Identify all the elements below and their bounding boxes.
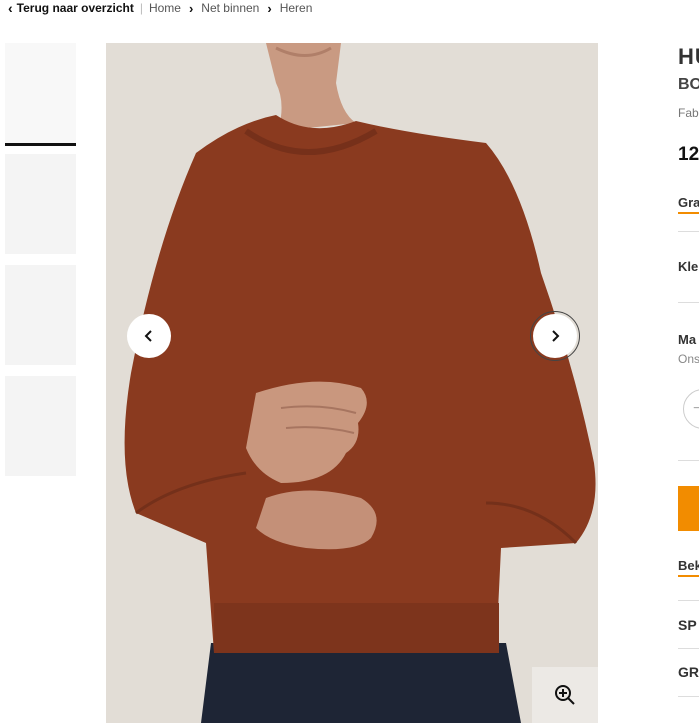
thumbnail-3[interactable] xyxy=(5,265,76,365)
chevron-left-icon: ‹ xyxy=(8,0,13,16)
product-brand[interactable]: HU xyxy=(678,44,699,70)
thumbnail-4[interactable] xyxy=(5,376,76,476)
divider xyxy=(678,302,699,303)
previous-image-button[interactable] xyxy=(127,314,171,358)
breadcrumb-net-binnen[interactable]: Net binnen xyxy=(201,1,259,15)
thumbnail-1[interactable] xyxy=(5,43,76,146)
accordion-section-1[interactable]: SP xyxy=(678,617,697,633)
chevron-right-icon xyxy=(552,330,560,342)
product-name: BO xyxy=(678,76,699,93)
product-image[interactable] xyxy=(106,43,598,723)
breadcrumb-home[interactable]: Home xyxy=(149,1,181,15)
next-image-button[interactable] xyxy=(530,311,580,361)
product-price: 12 xyxy=(678,144,699,165)
add-to-cart-button[interactable] xyxy=(678,486,699,531)
divider xyxy=(678,648,699,649)
thumbnail-2[interactable] xyxy=(5,154,76,254)
divider xyxy=(678,696,699,697)
chevron-left-icon xyxy=(144,330,152,342)
breadcrumb-divider: | xyxy=(139,1,143,15)
zoom-in-icon xyxy=(555,685,575,705)
accordion-section-2[interactable]: GR xyxy=(678,664,699,680)
chevron-right-icon: › xyxy=(188,0,194,16)
breadcrumb-heren[interactable]: Heren xyxy=(280,1,313,15)
size-label: Ma xyxy=(678,332,697,347)
quantity-decrease-button[interactable]: − xyxy=(683,389,699,429)
breadcrumb: ‹ Terug naar overzicht | Home › Net binn… xyxy=(8,0,312,16)
divider xyxy=(678,460,699,461)
tab-link[interactable]: Gra xyxy=(678,195,699,214)
chevron-right-icon: › xyxy=(267,0,272,16)
divider xyxy=(678,600,699,601)
minus-icon: − xyxy=(693,400,699,417)
size-note: Ons xyxy=(678,352,699,366)
back-label: Terug naar overzicht xyxy=(16,1,134,15)
zoom-button[interactable] xyxy=(532,667,598,723)
product-photo xyxy=(106,43,598,723)
info-tab[interactable]: Bek xyxy=(678,558,699,577)
color-label: Kle xyxy=(678,259,699,274)
product-info-panel: HU BO Fab 12 Gra Kle Ma Ons − Bek SP GR xyxy=(678,0,699,723)
divider xyxy=(678,231,699,232)
product-subtitle: Fab xyxy=(678,106,699,120)
back-to-overview-link[interactable]: ‹ Terug naar overzicht xyxy=(8,0,134,16)
